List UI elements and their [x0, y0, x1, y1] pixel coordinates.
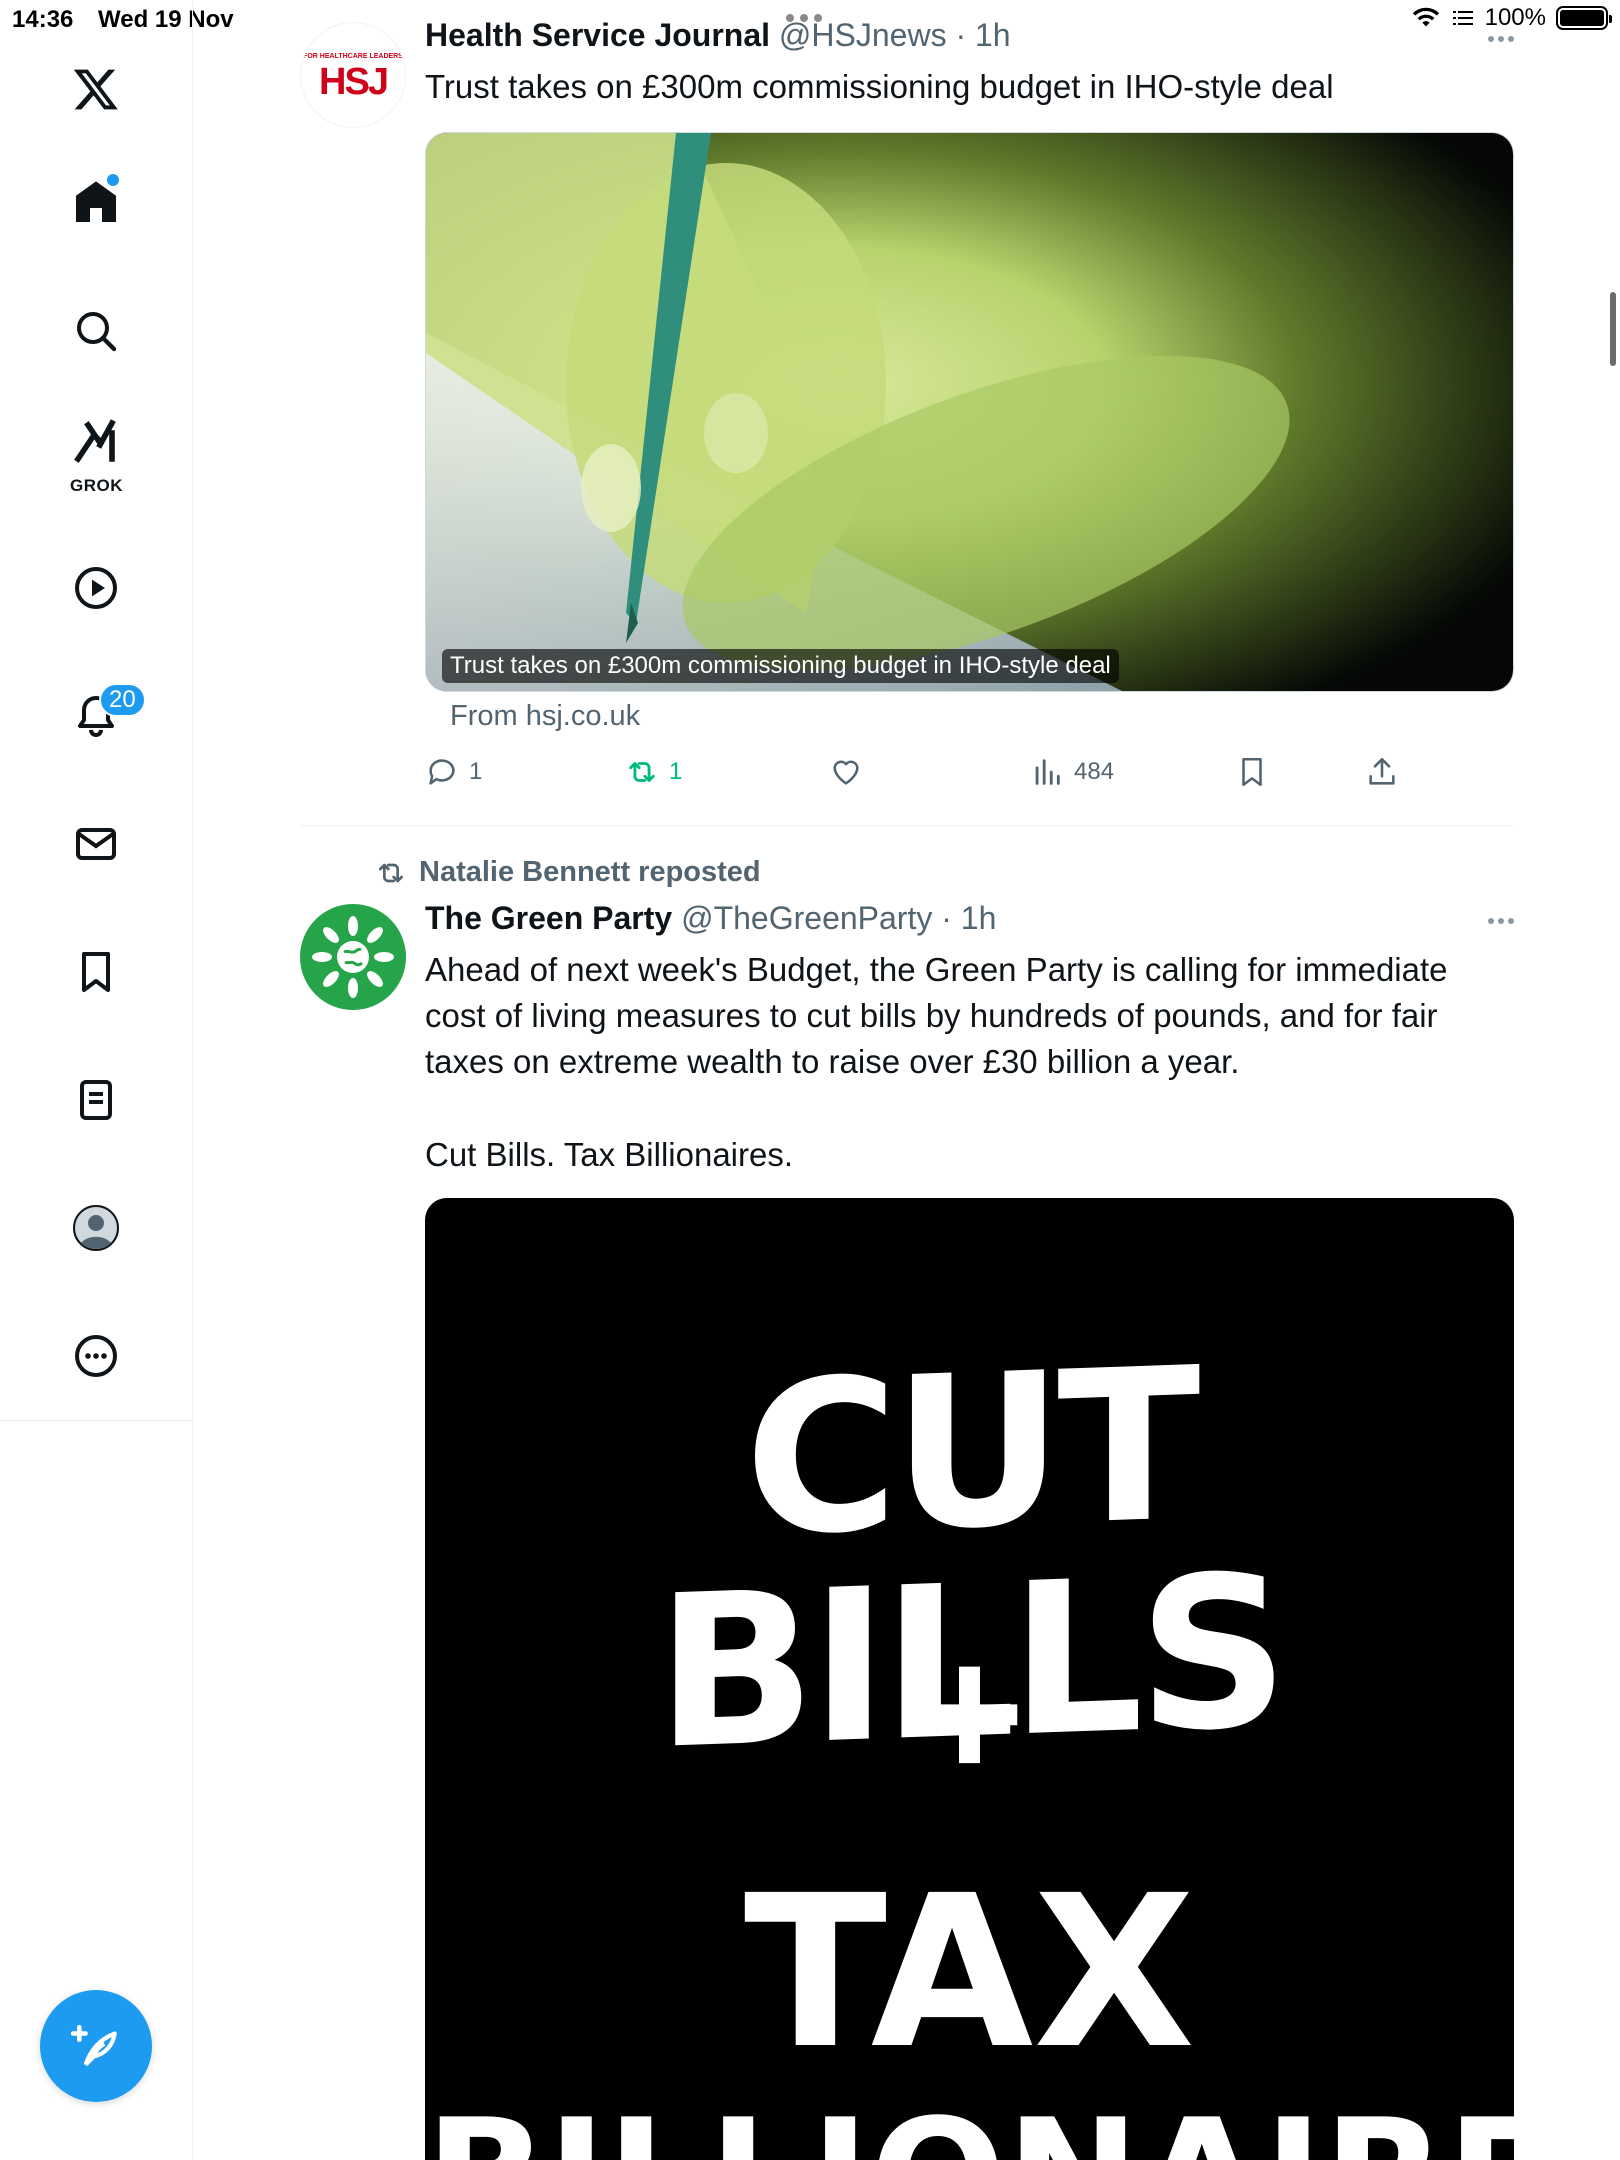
tweet-time: · 1h — [941, 900, 997, 936]
tweet-header: The Green Party @TheGreenParty · 1h — [425, 900, 996, 937]
poster-tax: TAX — [743, 1850, 1196, 2095]
grok-label: GROK — [70, 476, 123, 495]
tweet-text-tagline: Cut Bills. Tax Billionaires. — [425, 1136, 794, 1173]
messages-envelope-icon[interactable] — [55, 803, 137, 885]
lists-icon[interactable] — [55, 1059, 137, 1141]
poster-billionaires: BILLIONAIRES — [425, 2098, 1514, 2160]
repost-attribution[interactable]: Natalie Bennett reposted — [375, 856, 761, 889]
sidebar: GROK 20 — [0, 0, 193, 2160]
grok-icon[interactable] — [55, 410, 137, 472]
x-logo-icon[interactable] — [55, 48, 137, 130]
more-options-icon[interactable] — [55, 1315, 137, 1397]
repost-small-icon — [379, 863, 403, 882]
tweet-green-party[interactable]: Natalie Bennett reposted The Green Party… — [300, 0, 1514, 2160]
tweet-more-icon[interactable] — [1488, 918, 1514, 924]
bookmarks-icon[interactable] — [55, 931, 137, 1013]
author-name[interactable]: The Green Party — [425, 900, 672, 936]
video-play-icon[interactable] — [55, 547, 137, 629]
search-icon[interactable] — [55, 290, 137, 372]
scroll-indicator[interactable] — [1610, 292, 1616, 366]
avatar-green-party[interactable] — [300, 904, 406, 1010]
profile-avatar-icon[interactable] — [55, 1187, 137, 1269]
tweet-text: Ahead of next week's Budget, the Green P… — [425, 951, 1448, 1080]
tweet-image-poster[interactable]: CUT BILLS + TAX BILLIONAIRES — [425, 1198, 1514, 2160]
compose-post-button[interactable] — [40, 1990, 152, 2102]
poster-plus: + — [914, 1607, 1025, 1819]
home-icon[interactable] — [55, 161, 137, 243]
notifications-badge: 20 — [99, 683, 146, 717]
battery-icon — [1556, 6, 1612, 30]
home-unread-dot — [107, 174, 119, 186]
author-handle[interactable]: @TheGreenParty — [681, 900, 932, 936]
sidebar-divider — [0, 1420, 193, 1421]
reposted-by: Natalie Bennett reposted — [419, 856, 761, 888]
green-party-logo-icon — [312, 916, 394, 998]
compose-feather-icon — [71, 2024, 117, 2067]
